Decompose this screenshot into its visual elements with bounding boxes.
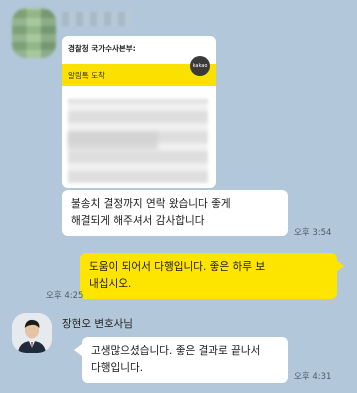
sender-avatar[interactable]	[12, 313, 52, 353]
message-time: 오후 3:54	[294, 228, 332, 238]
message-line: 내십시오.	[89, 278, 132, 290]
card-header-label: 알림톡 도착	[68, 71, 105, 80]
sender-name-blurred	[62, 12, 132, 26]
bubble-tail	[74, 344, 82, 356]
message-line: 다행입니다.	[91, 362, 144, 374]
message-line: 불송치 결정까지 연락 왔습니다 좋게	[71, 198, 231, 210]
alimtalk-card[interactable]: 경찰청 국가수사본부: 알림톡 도착 kakao	[62, 36, 216, 188]
person-avatar-icon	[12, 313, 52, 353]
card-title: 경찰청 국가수사본부:	[68, 44, 136, 53]
message-bubble-received[interactable]: 고생많으셨습니다. 좋은 결과로 끝나서 다행입니다.	[82, 337, 288, 383]
kakao-badge-icon: kakao	[190, 56, 210, 76]
card-body-blurred-block	[68, 132, 158, 150]
message-time: 오후 4:25	[46, 291, 84, 301]
message-bubble-received[interactable]: 불송치 결정까지 연락 왔습니다 좋게 해결되게 해주셔서 감사합니다	[62, 190, 288, 236]
sender-avatar-blurred[interactable]	[12, 8, 56, 58]
message-line: 고생많으셨습니다. 좋은 결과로 끝나서	[91, 345, 261, 357]
message-time: 오후 4:31	[294, 372, 332, 382]
sender-name: 장현오 변호사님	[62, 318, 133, 330]
message-bubble-sent[interactable]: 도움이 되어서 다행입니다. 좋은 하루 보 내십시오.	[80, 253, 337, 299]
message-line: 해결되게 해주셔서 감사합니다	[71, 215, 205, 227]
message-line: 도움이 되어서 다행입니다. 좋은 하루 보	[89, 261, 266, 273]
bubble-tail	[336, 260, 344, 272]
